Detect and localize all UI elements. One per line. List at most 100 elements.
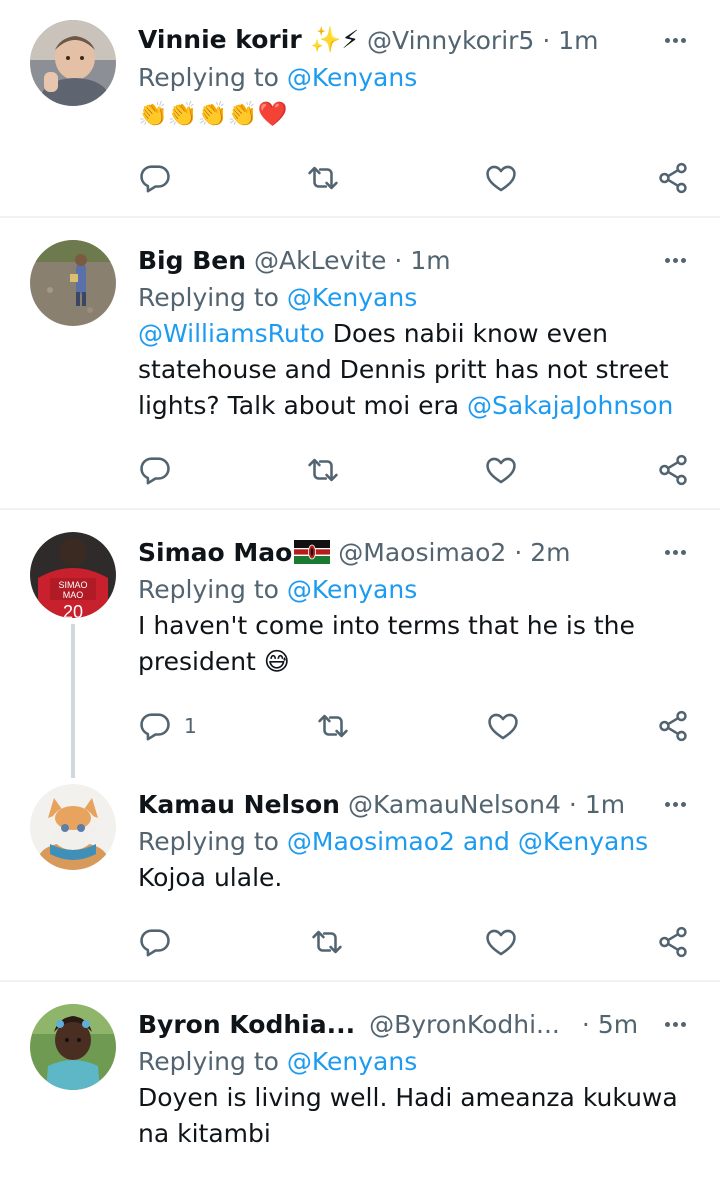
tweet-header: Byron Kodhia... @ByronKodhi... · 5m: [138, 1004, 696, 1044]
baby-photo-avatar[interactable]: [30, 20, 116, 106]
display-name[interactable]: Big Ben: [138, 246, 246, 275]
more-options-icon[interactable]: [662, 784, 686, 824]
heart-icon: [486, 709, 520, 743]
retweet-icon: [310, 925, 344, 959]
retweet-button[interactable]: [306, 156, 340, 200]
tweet-text: Doyen is living well. Hadi ameanza kukuw…: [138, 1083, 678, 1148]
jersey-photo-avatar[interactable]: SIMAO MAO 20: [30, 532, 116, 618]
replying-to: Replying to @Kenyans: [138, 572, 696, 608]
body-mention[interactable]: @SakajaJohnson: [467, 391, 673, 420]
replying-to: Replying to @Kenyans: [138, 60, 696, 96]
separator-dot: ·: [394, 245, 403, 275]
reply-button[interactable]: 1: [138, 704, 197, 748]
tweet[interactable]: SIMAO MAO 20 Simao Mao @Maosimao2 · 2m Rep…: [0, 510, 720, 778]
field-photo-avatar[interactable]: [30, 240, 116, 326]
heart-icon: [484, 925, 518, 959]
replying-to-label: Replying to: [138, 63, 287, 92]
tweet-text: Kojoa ulale.: [138, 863, 283, 892]
reply-button[interactable]: [138, 920, 172, 964]
retweet-button[interactable]: [310, 920, 344, 964]
tweet-header: Kamau Nelson @KamauNelson4 · 1m: [138, 784, 696, 824]
more-options-icon[interactable]: [662, 240, 686, 280]
replying-to: Replying to @Kenyans: [138, 280, 696, 316]
more-options-icon[interactable]: [662, 532, 686, 572]
user-handle[interactable]: @ByronKodhi...: [369, 1010, 560, 1039]
separator-dot: ·: [514, 537, 523, 567]
like-button[interactable]: [484, 156, 518, 200]
replying-to-mention[interactable]: @Kenyans: [287, 575, 417, 604]
svg-text:SIMAO: SIMAO: [58, 580, 87, 590]
reply-button[interactable]: [138, 448, 172, 492]
more-options-icon[interactable]: [662, 20, 686, 60]
tweet[interactable]: Byron Kodhia... @ByronKodhi... · 5m Repl…: [0, 982, 720, 1180]
tweet[interactable]: Vinnie korir ✨⚡ @Vinnykorir5 · 1m Replyi…: [0, 0, 720, 216]
user-handle[interactable]: @Maosimao2: [338, 538, 506, 567]
tweet-text: 👏👏👏👏❤️: [138, 100, 288, 128]
display-name[interactable]: Simao Mao: [138, 538, 292, 567]
heart-icon: [484, 453, 518, 487]
cat-photo-avatar[interactable]: [30, 784, 116, 870]
replying-to-label: Replying to: [138, 827, 287, 856]
tweet[interactable]: Big Ben @AkLevite · 1m Replying to @Keny…: [0, 218, 720, 508]
more-options-icon[interactable]: [662, 1004, 686, 1044]
display-name[interactable]: Vinnie korir ✨⚡: [138, 25, 359, 55]
reply-icon: [138, 161, 172, 195]
share-button[interactable]: [656, 156, 690, 200]
replying-to-mention[interactable]: @Kenyans: [287, 1047, 417, 1076]
share-button[interactable]: [656, 704, 690, 748]
timestamp[interactable]: 2m: [530, 538, 570, 567]
retweet-button[interactable]: [306, 448, 340, 492]
tweet[interactable]: Kamau Nelson @KamauNelson4 · 1m Replying…: [0, 778, 720, 980]
reply-icon: [138, 453, 172, 487]
replying-to-label: Replying to: [138, 1047, 287, 1076]
tweet-text: @WilliamsRuto Does nabii know even state…: [138, 316, 686, 424]
tweet-header: Big Ben @AkLevite · 1m: [138, 240, 696, 280]
retweet-icon: [306, 161, 340, 195]
like-button[interactable]: [484, 920, 518, 964]
reply-icon: [138, 709, 172, 743]
replying-to-mention[interactable]: @Kenyans: [287, 63, 417, 92]
like-button[interactable]: [484, 448, 518, 492]
timestamp[interactable]: 1m: [410, 246, 450, 275]
tweet-text: I haven't come into terms that he is the…: [138, 611, 635, 676]
share-icon: [656, 161, 690, 195]
separator-dot: ·: [581, 1009, 590, 1039]
separator-dot: ·: [542, 25, 551, 55]
display-name[interactable]: Byron Kodhia...: [138, 1010, 355, 1039]
share-button[interactable]: [656, 448, 690, 492]
user-handle[interactable]: @Vinnykorir5: [367, 26, 534, 55]
replying-to-mention[interactable]: @Kenyans: [287, 283, 417, 312]
separator-dot: ·: [568, 789, 577, 819]
replying-to-label: Replying to: [138, 575, 287, 604]
reply-icon: [138, 925, 172, 959]
replying-to-label: Replying to: [138, 283, 287, 312]
heart-icon: [484, 161, 518, 195]
child-photo-avatar[interactable]: [30, 1004, 116, 1090]
svg-text:20: 20: [63, 602, 83, 618]
retweet-icon: [316, 709, 350, 743]
replying-to: Replying to @Maosimao2 and @Kenyans: [138, 824, 696, 860]
svg-text:MAO: MAO: [63, 590, 84, 600]
share-icon: [656, 453, 690, 487]
replying-to-mention[interactable]: @Maosimao2 and @Kenyans: [287, 827, 648, 856]
body-mention[interactable]: @WilliamsRuto: [138, 319, 325, 348]
user-handle[interactable]: @AkLevite: [254, 246, 386, 275]
share-button[interactable]: [656, 920, 690, 964]
like-button[interactable]: [486, 704, 520, 748]
share-icon: [656, 709, 690, 743]
timestamp[interactable]: 1m: [585, 790, 625, 819]
reply-count: 1: [184, 714, 197, 738]
kenya-flag-icon: [294, 540, 331, 564]
reply-button[interactable]: [138, 156, 172, 200]
share-icon: [656, 925, 690, 959]
thread-connector: [71, 624, 75, 778]
tweet-header: Vinnie korir ✨⚡ @Vinnykorir5 · 1m: [138, 20, 696, 60]
retweet-button[interactable]: [316, 704, 350, 748]
tweet-header: Simao Mao @Maosimao2 · 2m: [138, 532, 696, 572]
timestamp[interactable]: 1m: [558, 26, 598, 55]
display-name[interactable]: Kamau Nelson: [138, 790, 340, 819]
timestamp[interactable]: 5m: [598, 1010, 638, 1039]
replying-to: Replying to @Kenyans: [138, 1044, 696, 1080]
retweet-icon: [306, 453, 340, 487]
user-handle[interactable]: @KamauNelson4: [348, 790, 561, 819]
